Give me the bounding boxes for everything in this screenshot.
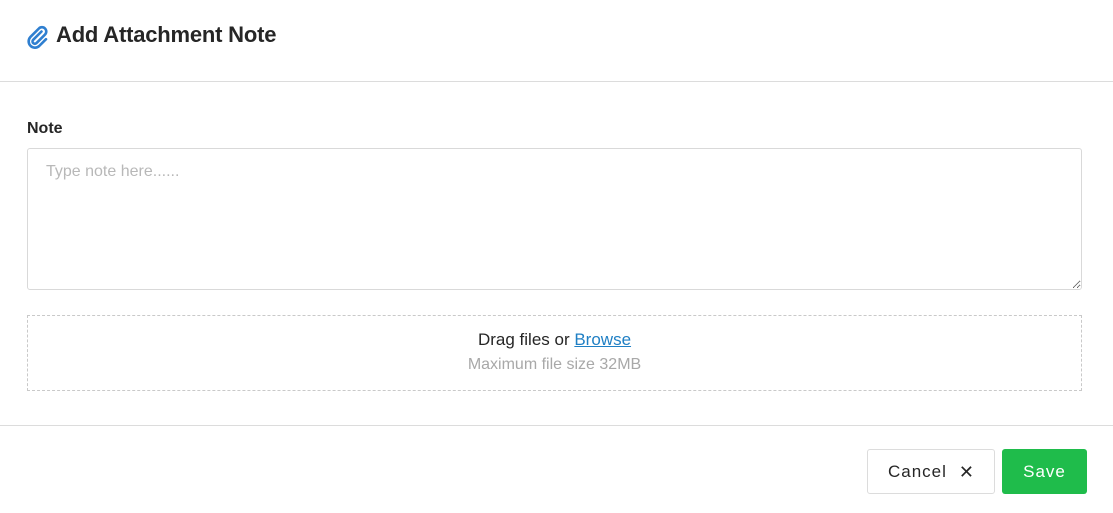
- dropzone-prefix: Drag files or: [477, 330, 575, 349]
- note-label: Note: [27, 120, 63, 137]
- dialog-title: Add Attachment Note: [56, 22, 277, 47]
- max-file-size-hint: Maximum file size 32MB: [467, 356, 642, 373]
- dialog-body: Note Drag files or Browse Maximum file s…: [0, 82, 1113, 426]
- note-textarea[interactable]: [27, 148, 1082, 290]
- dropzone-instruction: Drag files or Browse: [28, 330, 1081, 350]
- paperclip-icon: [26, 25, 48, 49]
- cancel-button[interactable]: Cancel ✕: [867, 449, 995, 494]
- file-dropzone[interactable]: Drag files or Browse Maximum file size 3…: [27, 315, 1082, 391]
- save-button[interactable]: Save: [1002, 449, 1087, 494]
- cancel-label: Cancel: [887, 461, 947, 481]
- dialog-header: Add Attachment Note: [0, 0, 1113, 82]
- browse-link[interactable]: Browse: [574, 330, 631, 349]
- close-icon: ✕: [958, 461, 974, 482]
